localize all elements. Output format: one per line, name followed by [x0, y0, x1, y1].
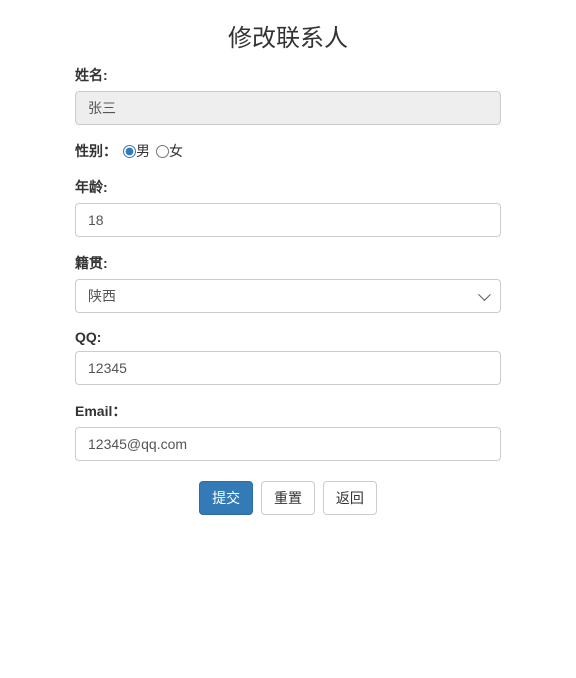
reset-button[interactable]: 重置: [261, 481, 315, 515]
gender-female-text: 女: [169, 141, 183, 161]
age-label: 年龄:: [75, 177, 501, 197]
name-input: [75, 91, 501, 125]
province-label: 籍贯:: [75, 253, 501, 273]
gender-male-text: 男: [136, 141, 150, 161]
back-button[interactable]: 返回: [323, 481, 377, 515]
age-input[interactable]: [75, 203, 501, 237]
email-input[interactable]: [75, 427, 501, 461]
qq-label: QQ:: [75, 329, 501, 345]
gender-female-radio[interactable]: [156, 145, 169, 158]
gender-male-option[interactable]: 男: [123, 141, 150, 161]
submit-button[interactable]: 提交: [199, 481, 253, 515]
gender-female-option[interactable]: 女: [156, 141, 183, 161]
gender-male-radio[interactable]: [123, 145, 136, 158]
name-label: 姓名:: [75, 65, 501, 85]
province-select[interactable]: 陕西: [75, 279, 501, 313]
qq-input[interactable]: [75, 351, 501, 385]
gender-label: 性别：: [75, 141, 117, 161]
email-label: Email：: [75, 401, 501, 421]
page-title: 修改联系人: [75, 18, 501, 53]
